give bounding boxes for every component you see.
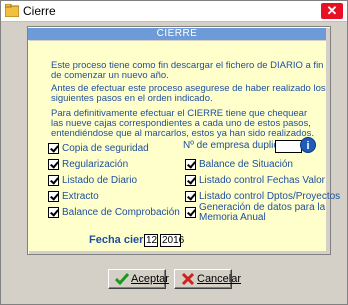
accept-button[interactable]: Aceptar — [108, 269, 169, 289]
cross-icon — [181, 272, 195, 286]
checkbox-label: Listado de Diario — [62, 175, 138, 186]
checkbox-balance-comprobacion[interactable] — [48, 207, 59, 218]
app-icon — [5, 4, 19, 17]
close-button[interactable]: ✕ — [321, 3, 343, 19]
cancel-label: Cancelar — [197, 273, 242, 285]
panel-header: CIERRE — [28, 28, 326, 40]
cancel-button[interactable]: Cancelar — [174, 269, 241, 289]
checkbox-label: Listado control Fechas Valor — [199, 175, 325, 186]
fecha-day-input[interactable]: 12 — [144, 234, 158, 247]
title-bar: Cierre ✕ — [1, 1, 347, 22]
checkbox-label: Extracto — [62, 191, 99, 202]
checkbox-memoria-anual[interactable] — [185, 207, 196, 218]
info-paragraph-3: Para definitivamente efectuar el CIERRE … — [51, 108, 314, 139]
checkbox-extracto[interactable] — [48, 191, 59, 202]
info-paragraph-1: Este proceso tiene como fin descargar el… — [51, 60, 324, 81]
checkbox-label: Balance de Comprobación — [62, 207, 180, 218]
checkbox-label: Balance de Situación — [199, 159, 293, 170]
checkbox-label: Copia de seguridad — [62, 143, 149, 154]
checkbox-copia-seguridad[interactable] — [48, 143, 59, 154]
checkbox-balance-situacion[interactable] — [185, 159, 196, 170]
checkbox-fechas-valor[interactable] — [185, 175, 196, 186]
empresa-input[interactable] — [275, 140, 302, 153]
checkbox-label: Regularización — [62, 159, 129, 170]
checkbox-label-line2: Memoria Anual — [199, 212, 266, 223]
dialog-window: Cierre ✕ CIERRE Este proceso tiene como … — [0, 0, 348, 305]
checkbox-regularizacion[interactable] — [48, 159, 59, 170]
checkbox-listado-diario[interactable] — [48, 175, 59, 186]
checkbox-label: Listado control Dptos/Proyectos — [199, 191, 341, 202]
info-icon[interactable]: i — [300, 137, 316, 153]
checkbox-dptos-proyectos[interactable] — [185, 191, 196, 202]
accept-label: Aceptar — [131, 273, 169, 285]
fecha-year-input[interactable]: 2016 — [160, 234, 184, 247]
check-icon — [115, 273, 129, 286]
window-title: Cierre — [23, 4, 56, 18]
info-paragraph-2: Antes de efectuar este proceso asegurese… — [51, 83, 326, 104]
